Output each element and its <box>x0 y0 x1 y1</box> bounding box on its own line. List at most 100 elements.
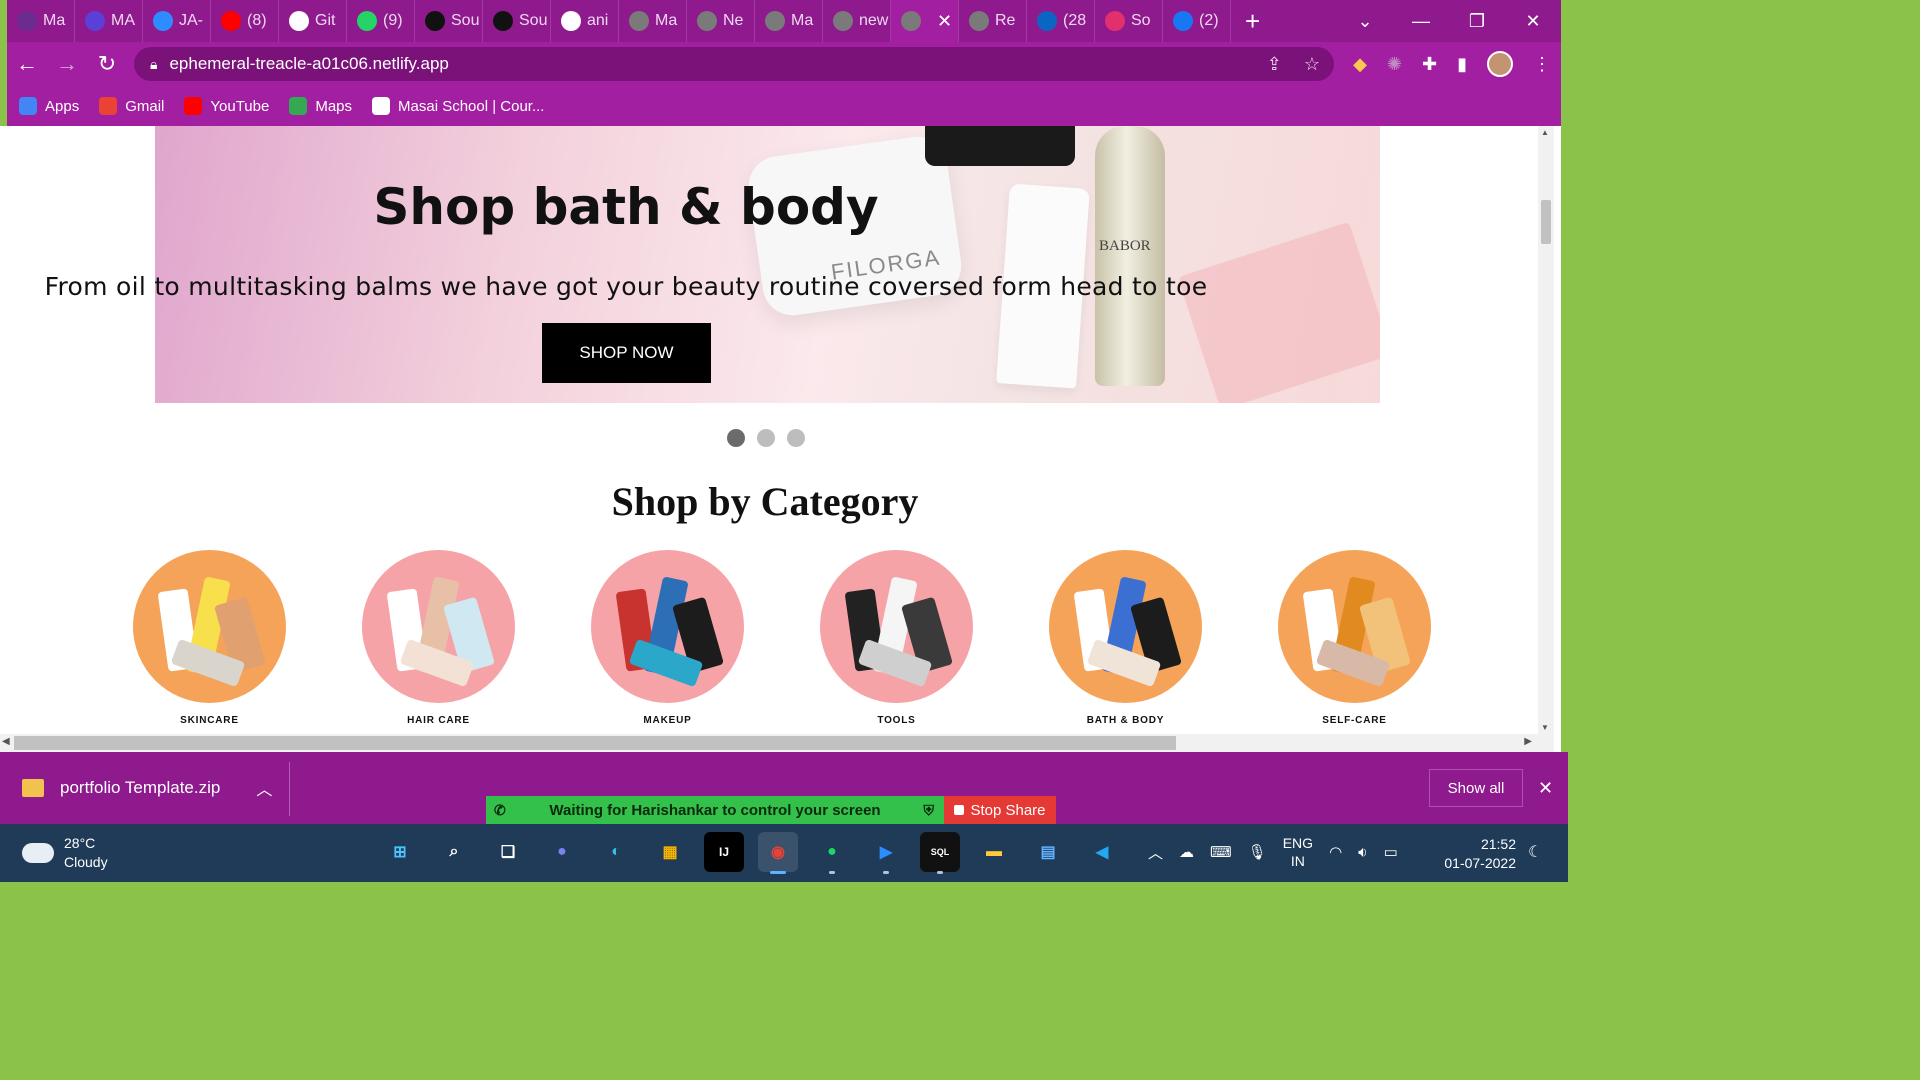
chevron-up-icon[interactable]: ︿ <box>256 776 272 800</box>
new-tab-button[interactable]: + <box>1245 6 1260 37</box>
horizontal-scrollbar[interactable]: ◀ ▶ <box>0 734 1554 752</box>
carousel-dot-3[interactable] <box>787 429 805 447</box>
browser-tab[interactable]: ✕ <box>891 0 959 42</box>
category-item[interactable]: MAKEUP <box>553 550 782 726</box>
browser-tab[interactable]: Ne <box>687 0 755 42</box>
vertical-scrollbar[interactable]: ▲ ▼ <box>1538 126 1554 734</box>
teams-chat-icon[interactable]: ● <box>542 832 582 872</box>
store-icon[interactable]: ▦ <box>650 832 690 872</box>
edge-icon[interactable]: ◐ <box>596 832 636 872</box>
close-tab-icon[interactable]: ✕ <box>937 11 952 32</box>
category-image[interactable] <box>362 550 515 703</box>
menu-kebab-icon[interactable]: ⋮ <box>1533 54 1551 75</box>
address-bar[interactable]: 🔒︎ ephemeral-treacle-a01c06.netlify.app … <box>134 47 1334 81</box>
weather-widget[interactable]: 28°C Cloudy <box>22 834 108 872</box>
category-label[interactable]: SELF-CARE <box>1322 715 1386 726</box>
bookmark-item[interactable]: Gmail <box>99 97 164 115</box>
browser-tab[interactable]: Git <box>279 0 347 42</box>
side-panel-icon[interactable]: ▮ <box>1457 54 1467 75</box>
category-item[interactable]: TOOLS <box>782 550 1011 726</box>
vertical-scroll-thumb[interactable] <box>1541 200 1551 244</box>
bookmark-item[interactable]: Masai School | Cour... <box>372 97 544 115</box>
language-indicator[interactable]: ENG IN <box>1283 834 1313 870</box>
profile-avatar[interactable] <box>1487 51 1513 77</box>
category-item[interactable]: BATH & BODY <box>1011 550 1240 726</box>
category-item[interactable]: HAIR CARE <box>324 550 553 726</box>
browser-tab[interactable]: new <box>823 0 891 42</box>
category-item[interactable]: SELF-CARE <box>1240 550 1469 726</box>
reload-button[interactable]: ↻ <box>87 51 127 77</box>
browser-tab[interactable]: ani <box>551 0 619 42</box>
bookmark-item[interactable]: Apps <box>19 97 79 115</box>
browser-tab[interactable]: (28 <box>1027 0 1095 42</box>
minimize-button[interactable]: — <box>1393 11 1449 32</box>
show-all-button[interactable]: Show all <box>1429 769 1523 807</box>
wifi-icon[interactable]: ◠ <box>1329 843 1342 861</box>
share-icon[interactable]: ⇪ <box>1267 54 1282 75</box>
volume-icon[interactable]: 🔉︎ <box>1358 844 1367 861</box>
browser-tab[interactable]: Sou <box>415 0 483 42</box>
chrome-icon[interactable]: ◉ <box>758 832 798 874</box>
category-label[interactable]: BATH & BODY <box>1087 715 1165 726</box>
vscode-icon[interactable]: ◀ <box>1082 832 1122 872</box>
color-extension-icon[interactable]: ◆ <box>1353 54 1367 75</box>
carousel-dot-1[interactable] <box>727 429 745 447</box>
carousel-dot-2[interactable] <box>757 429 775 447</box>
browser-tab[interactable]: JA- <box>143 0 211 42</box>
clock[interactable]: 21:52 01-07-2022 <box>1440 835 1516 873</box>
notification-icon[interactable]: ☾ <box>1528 842 1542 862</box>
category-image[interactable] <box>820 550 973 703</box>
category-label[interactable]: TOOLS <box>877 715 915 726</box>
browser-tab[interactable]: Ma <box>7 0 75 42</box>
browser-tab[interactable]: (8) <box>211 0 279 42</box>
tab-search-icon[interactable]: ⌄ <box>1337 11 1393 32</box>
battery-icon[interactable]: ▭ <box>1384 843 1398 861</box>
close-downloads-icon[interactable]: ✕ <box>1538 778 1553 799</box>
download-item[interactable]: portfolio Template.zip ︿ <box>22 776 272 800</box>
category-label[interactable]: SKINCARE <box>180 715 239 726</box>
chrome-icon <box>697 11 717 31</box>
windows-start-icon[interactable]: ⊞ <box>380 832 420 872</box>
task-view-icon[interactable]: ❑ <box>488 832 528 872</box>
search-icon[interactable]: ⌕ <box>434 832 474 872</box>
close-window-button[interactable]: ✕ <box>1505 11 1561 32</box>
category-image[interactable] <box>1049 550 1202 703</box>
browser-tab[interactable]: (9) <box>347 0 415 42</box>
shop-now-button[interactable]: SHOP NOW <box>542 323 711 383</box>
microphone-icon[interactable]: 🎙︎ <box>1248 843 1267 861</box>
browser-tab[interactable]: So <box>1095 0 1163 42</box>
extensions-puzzle-icon[interactable]: ✚ <box>1422 54 1437 75</box>
category-label[interactable]: MAKEUP <box>643 715 691 726</box>
horizontal-scroll-thumb[interactable] <box>14 736 1176 750</box>
lock-icon[interactable]: 🔒︎ <box>150 56 157 73</box>
intellij-icon[interactable]: IJ <box>704 832 744 872</box>
category-item[interactable]: SKINCARE <box>95 550 324 726</box>
bookmark-item[interactable]: YouTube <box>184 97 269 115</box>
onedrive-cloud-icon[interactable]: ☁ <box>1179 843 1194 861</box>
category-label[interactable]: HAIR CARE <box>407 715 470 726</box>
bookmark-star-icon[interactable]: ☆ <box>1304 54 1320 75</box>
category-image[interactable] <box>591 550 744 703</box>
tab-label: (28 <box>1063 12 1087 29</box>
mysql-icon[interactable]: SQL <box>920 832 960 874</box>
category-image[interactable] <box>1278 550 1431 703</box>
bug-extension-icon[interactable]: ✺ <box>1387 54 1402 75</box>
spotify-icon[interactable]: ● <box>812 832 852 874</box>
restore-button[interactable]: ❐ <box>1449 11 1505 32</box>
category-image[interactable] <box>133 550 286 703</box>
zoom-icon[interactable]: ▶ <box>866 832 906 874</box>
browser-tab[interactable]: Ma <box>755 0 823 42</box>
browser-tab[interactable]: MA <box>75 0 143 42</box>
stop-share-button[interactable]: Stop Share <box>944 796 1056 824</box>
browser-tab[interactable]: Ma <box>619 0 687 42</box>
tray-overflow-icon[interactable]: ︿ <box>1148 842 1163 863</box>
browser-tab[interactable]: Sou <box>483 0 551 42</box>
browser-tab[interactable]: (2) <box>1163 0 1231 42</box>
file-explorer-icon[interactable]: ▬ <box>974 832 1014 872</box>
browser-tab[interactable]: Re <box>959 0 1027 42</box>
keyboard-icon[interactable]: ⌨ <box>1210 843 1232 861</box>
back-button[interactable]: ← <box>7 51 47 77</box>
forward-button[interactable]: → <box>47 51 87 77</box>
notepad-icon[interactable]: ▤ <box>1028 832 1068 872</box>
bookmark-item[interactable]: Maps <box>289 97 352 115</box>
